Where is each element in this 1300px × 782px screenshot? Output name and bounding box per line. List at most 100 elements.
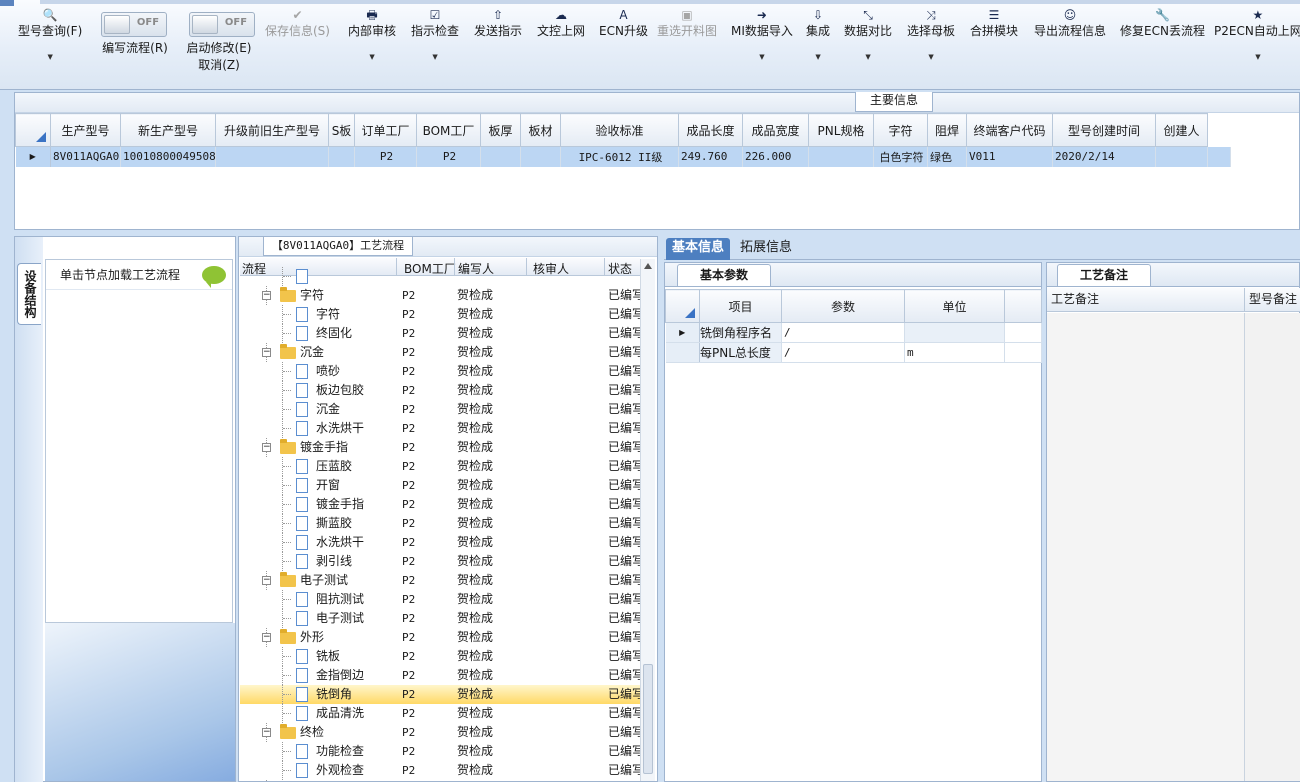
- column-header[interactable]: 板材: [520, 113, 561, 147]
- column-header[interactable]: 成品宽度: [742, 113, 809, 147]
- tree-node[interactable]: 铣倒角 P2 贺检成 已编写: [240, 685, 642, 704]
- tree-node[interactable]: 外观检查 P2 贺检成 已编写: [240, 761, 642, 780]
- process-tree[interactable]: − 字符 P2 贺检成 已编写 字符 P2 贺检成 已编写 终固化 P2 贺检成 已编写 − 沉金 P2 贺检成…: [240, 267, 642, 781]
- toolbar-button[interactable]: 🖶 内部审核 ▼: [348, 6, 396, 63]
- process-notes-field[interactable]: [1047, 313, 1245, 781]
- tab-process-notes[interactable]: 工艺备注: [1057, 264, 1152, 286]
- tree-node[interactable]: 喷砂 P2 贺检成 已编写: [240, 362, 642, 381]
- scroll-up-icon[interactable]: [644, 263, 652, 269]
- column-header: [1004, 289, 1042, 323]
- equipment-list[interactable]: 单击节点加载工艺流程: [45, 259, 233, 623]
- toolbar-button[interactable]: ⇧ 发送指示: [474, 6, 522, 38]
- tree-node[interactable]: 撕蓝胶 P2 贺检成 已编写: [240, 514, 642, 533]
- tree-node[interactable]: [240, 267, 640, 286]
- collapse-icon[interactable]: −: [262, 728, 271, 737]
- write-flow-toggle[interactable]: OFF: [101, 12, 167, 37]
- tree-node[interactable]: 水洗烘干 P2 贺检成 已编写: [240, 533, 642, 552]
- column-header[interactable]: 升级前旧生产型号: [215, 113, 329, 147]
- toolbar-button[interactable]: ⤡ 数据对比 ▼: [844, 6, 892, 63]
- tree-node[interactable]: 金指倒边 P2 贺检成 已编写: [240, 666, 642, 685]
- column-header[interactable]: 参数: [781, 289, 905, 323]
- table-row[interactable]: ▶ 8V011AQGA0 10010800049508 P2 P2 IPC-6012 II…: [15, 146, 1231, 167]
- table-row[interactable]: 每PNL总长度 / m: [665, 342, 1042, 363]
- dropdown-arrow-icon[interactable]: ▼: [18, 51, 82, 63]
- column-header[interactable]: S板: [328, 113, 355, 147]
- column-header[interactable]: PNL规格: [808, 113, 874, 147]
- toolbar-button[interactable]: ☺ 导出流程信息: [1034, 6, 1106, 38]
- toolbar-button[interactable]: 🔍 型号查询(F) ▼: [18, 6, 82, 63]
- column-header[interactable]: 单位: [904, 289, 1005, 323]
- column-header[interactable]: BOM工厂: [416, 113, 481, 147]
- tree-node[interactable]: 功能检查 P2 贺检成 已编写: [240, 742, 642, 761]
- tree-group-node[interactable]: − 外形 P2 贺检成 已编写: [240, 628, 642, 647]
- dropdown-arrow-icon[interactable]: ▼: [731, 51, 793, 63]
- column-header[interactable]: 成品长度: [678, 113, 743, 147]
- dropdown-arrow-icon[interactable]: ▼: [806, 51, 830, 63]
- tree-group-node[interactable]: − 沉金 P2 贺检成 已编写: [240, 343, 642, 362]
- column-header[interactable]: 字符: [873, 113, 928, 147]
- tree-node[interactable]: 压蓝胶 P2 贺检成 已编写: [240, 457, 642, 476]
- tree-node[interactable]: 终固化 P2 贺检成 已编写: [240, 324, 642, 343]
- dropdown-arrow-icon[interactable]: ▼: [348, 51, 396, 63]
- column-header[interactable]: 阻焊: [927, 113, 967, 147]
- column-header[interactable]: 型号创建时间: [1052, 113, 1156, 147]
- column-header[interactable]: 创建人: [1155, 113, 1208, 147]
- collapse-icon[interactable]: −: [262, 443, 271, 452]
- toolbar-button[interactable]: A ECN升级: [599, 6, 648, 38]
- toolbar-button[interactable]: ✔ 保存信息(S): [265, 6, 330, 38]
- grid-corner[interactable]: [15, 113, 51, 147]
- dropdown-arrow-icon[interactable]: ▼: [1214, 51, 1300, 63]
- column-header[interactable]: 新生产型号: [120, 113, 216, 147]
- tab-extended-info[interactable]: 拓展信息: [734, 238, 798, 260]
- tab-equipment-structure[interactable]: 设备结构: [17, 263, 41, 325]
- grid-corner[interactable]: [665, 289, 700, 323]
- column-header[interactable]: 验收标准: [560, 113, 679, 147]
- tree-node[interactable]: 剥引线 P2 贺检成 已编写: [240, 552, 642, 571]
- tree-node[interactable]: 阻抗测试 P2 贺检成 已编写: [240, 590, 642, 609]
- tree-node[interactable]: 开窗 P2 贺检成 已编写: [240, 476, 642, 495]
- tree-node[interactable]: 板边包胶 P2 贺检成 已编写: [240, 381, 642, 400]
- toolbar-button[interactable]: ☰ 合拼模块: [970, 6, 1018, 38]
- tree-group-node[interactable]: − 终检 P2 贺检成 已编写: [240, 723, 642, 742]
- toolbar-button[interactable]: ★ P2ECN自动上网 ▼: [1214, 6, 1300, 63]
- toolbar-button[interactable]: ⇩ 集成 ▼: [806, 6, 830, 63]
- toolbar-button[interactable]: ☁ 文控上网: [537, 6, 585, 38]
- scroll-thumb[interactable]: [643, 664, 653, 774]
- dropdown-arrow-icon[interactable]: ▼: [844, 51, 892, 63]
- tree-group-node[interactable]: − 字符 P2 贺检成 已编写: [240, 286, 642, 305]
- column-header[interactable]: 订单工厂: [354, 113, 417, 147]
- param-value-cell[interactable]: /: [781, 342, 905, 363]
- tree-node[interactable]: 沉金 P2 贺检成 已编写: [240, 400, 642, 419]
- tree-scrollbar[interactable]: [640, 259, 655, 781]
- toolbar-button[interactable]: 🔧 修复ECN丢流程: [1120, 6, 1205, 38]
- cancel-label[interactable]: 取消(Z): [182, 57, 256, 73]
- tree-group-node[interactable]: − 镀金手指 P2 贺检成 已编写: [240, 438, 642, 457]
- tree-node[interactable]: 字符 P2 贺检成 已编写: [240, 305, 642, 324]
- tree-node[interactable]: 水洗烘干 P2 贺检成 已编写: [240, 419, 642, 438]
- column-header[interactable]: 终端客户代码: [966, 113, 1053, 147]
- dropdown-arrow-icon[interactable]: ▼: [907, 51, 955, 63]
- tree-group-node[interactable]: − 电子测试 P2 贺检成 已编写: [240, 571, 642, 590]
- model-notes-field[interactable]: [1245, 313, 1300, 781]
- column-header[interactable]: 项目: [699, 289, 782, 323]
- param-value-cell[interactable]: /: [781, 322, 905, 343]
- toolbar-button[interactable]: ☑ 指示检查 ▼: [411, 6, 459, 63]
- tree-node[interactable]: 成品清洗 P2 贺检成 已编写: [240, 704, 642, 723]
- collapse-icon[interactable]: −: [262, 291, 271, 300]
- tree-node[interactable]: 铣板 P2 贺检成 已编写: [240, 647, 642, 666]
- tab-basic-info[interactable]: 基本信息: [666, 238, 731, 260]
- toolbar-button[interactable]: ⤨ 选择母板 ▼: [907, 6, 955, 63]
- tab-basic-params[interactable]: 基本参数: [677, 264, 772, 286]
- toolbar-button[interactable]: ➜ MI数据导入 ▼: [731, 6, 793, 63]
- tree-node[interactable]: 电子测试 P2 贺检成 已编写: [240, 609, 642, 628]
- start-modify-toggle[interactable]: OFF: [189, 12, 255, 37]
- tree-node[interactable]: 镀金手指 P2 贺检成 已编写: [240, 495, 642, 514]
- collapse-icon[interactable]: −: [262, 348, 271, 357]
- toolbar-button[interactable]: ▣ 重选开料图: [657, 6, 717, 38]
- dropdown-arrow-icon[interactable]: ▼: [411, 51, 459, 63]
- column-header[interactable]: 生产型号: [50, 113, 121, 147]
- collapse-icon[interactable]: −: [262, 576, 271, 585]
- collapse-icon[interactable]: −: [262, 633, 271, 642]
- table-row[interactable]: ▶ 铣倒角程序名 /: [665, 322, 1042, 343]
- column-header[interactable]: 板厚: [480, 113, 521, 147]
